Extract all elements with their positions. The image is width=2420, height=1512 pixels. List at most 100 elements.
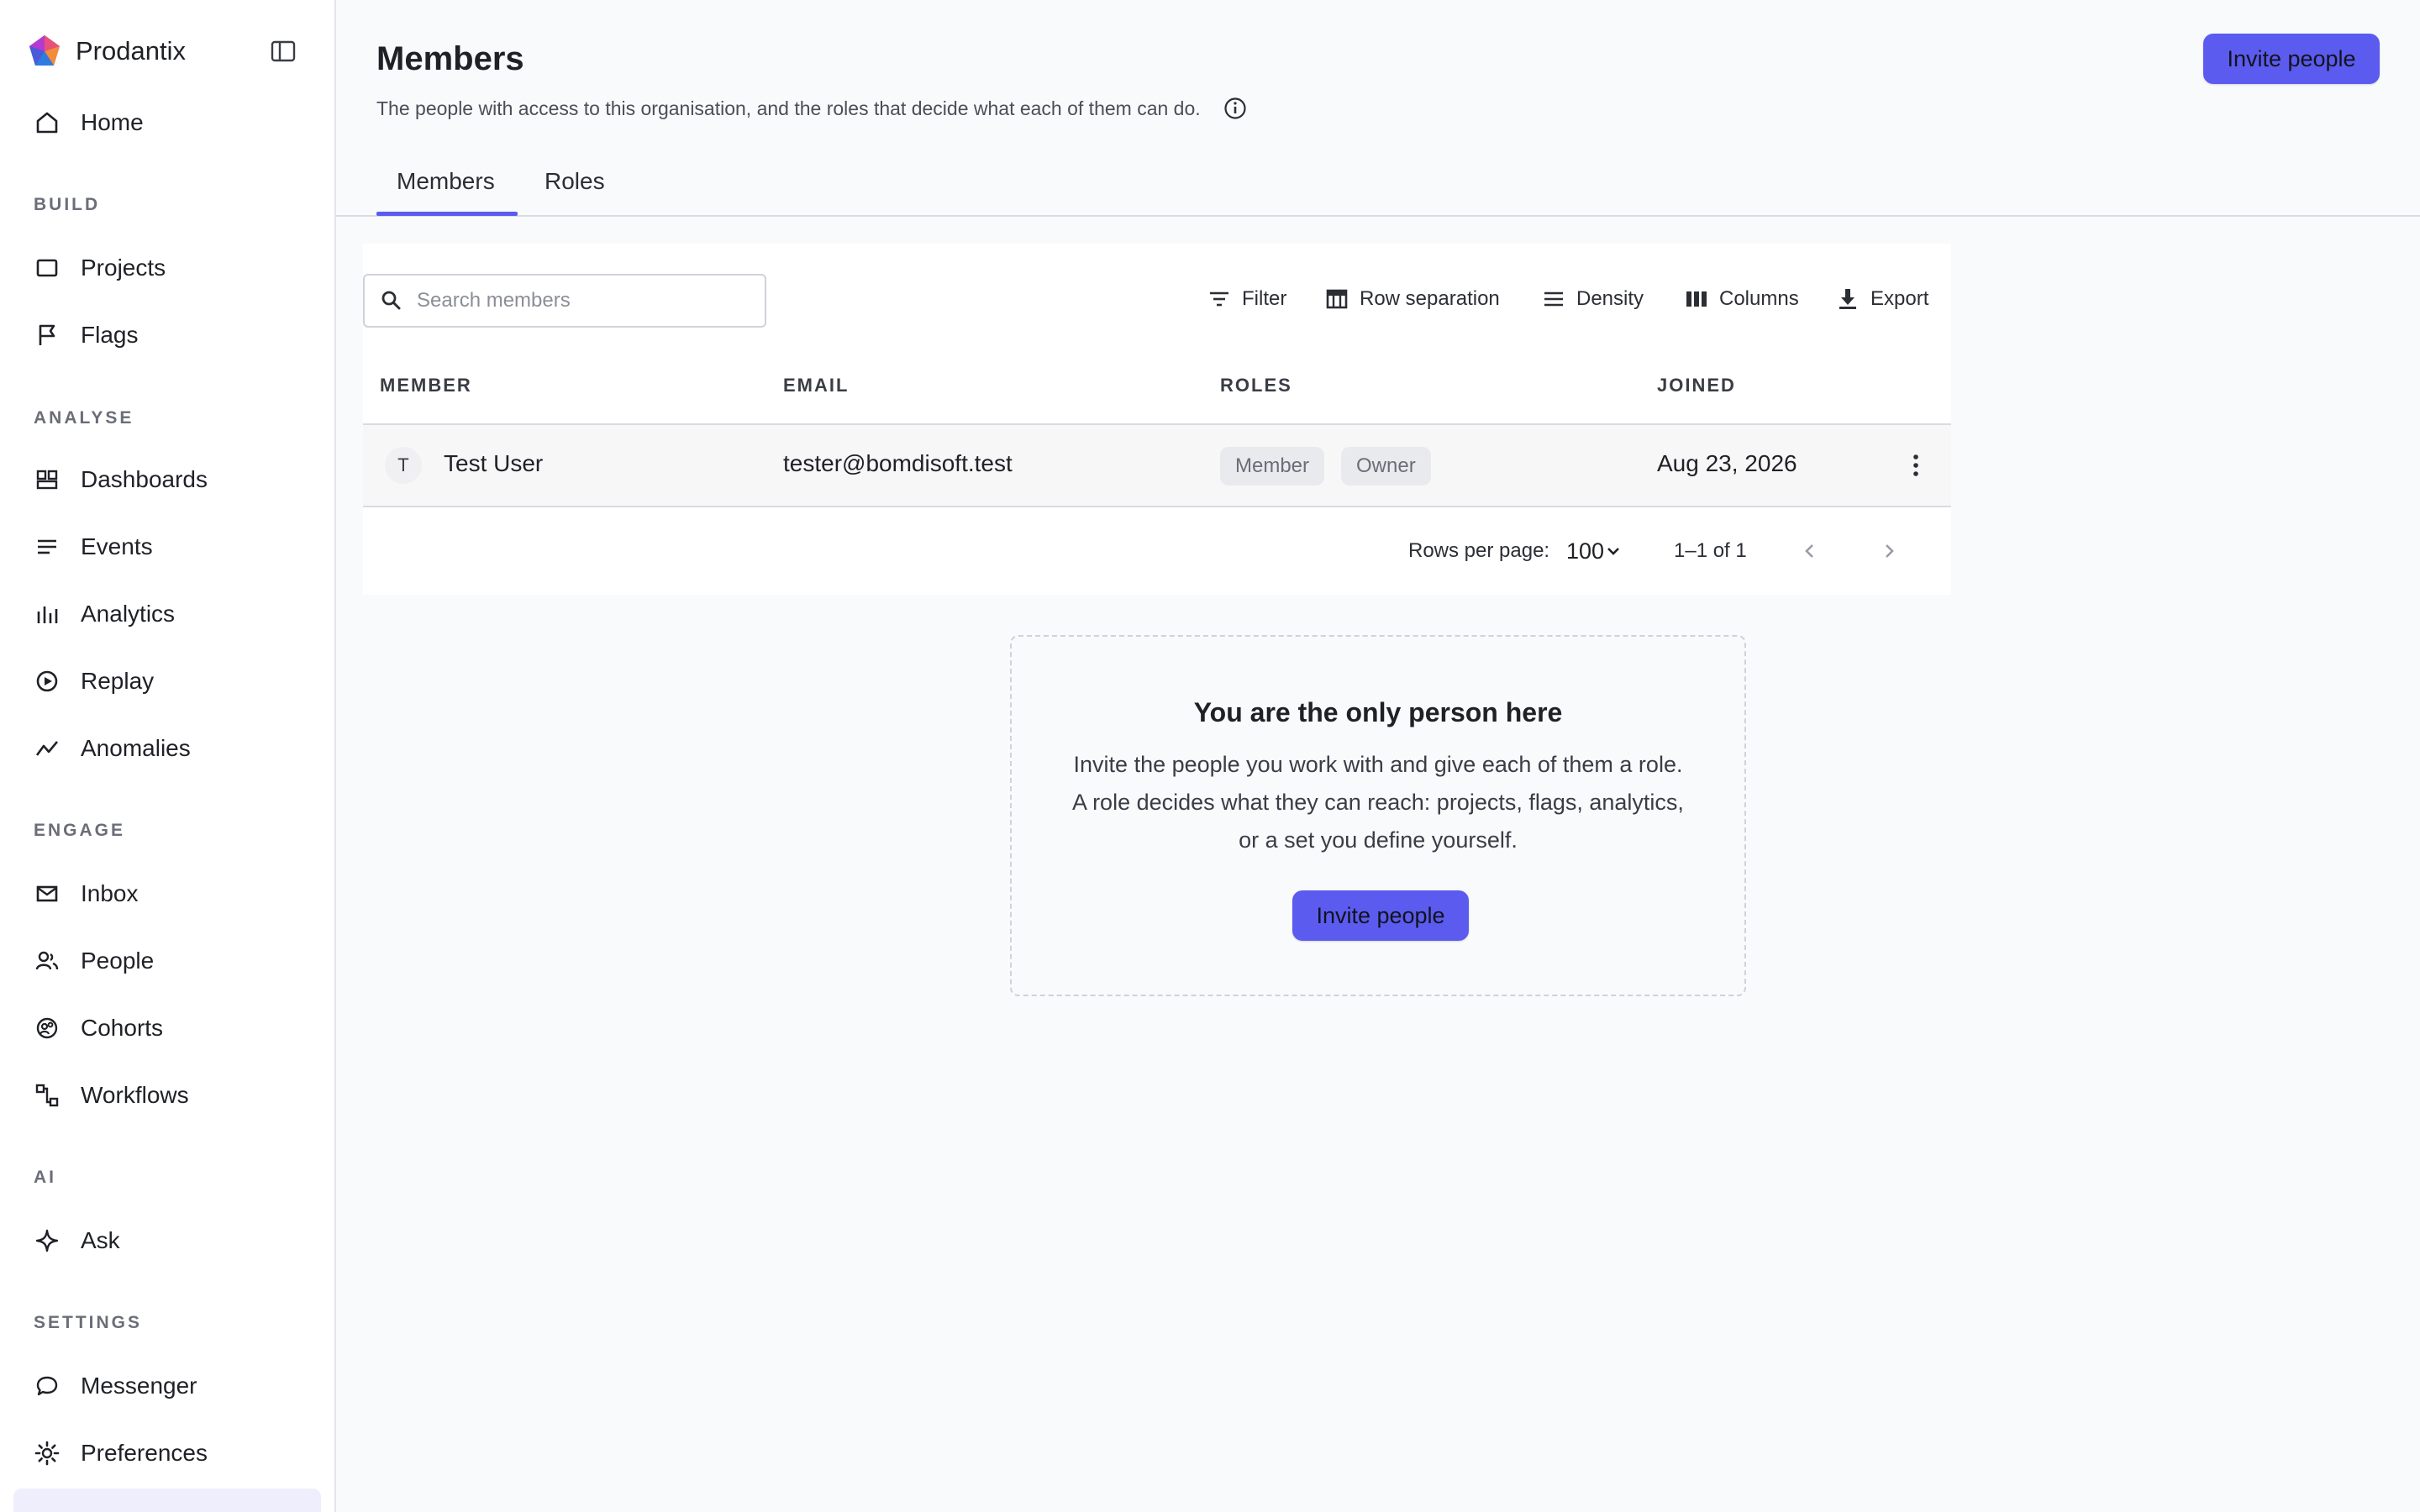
rows-per-page-select[interactable]: 100	[1566, 534, 1623, 568]
previous-page-button[interactable]	[1793, 534, 1827, 568]
sidebar-item-inbox[interactable]: Inbox	[13, 867, 321, 921]
sidebar-item-label: Messenger	[81, 1373, 197, 1399]
tab-bar: Members Roles	[336, 153, 2420, 217]
pagination-range: 1–1 of 1	[1674, 539, 1747, 562]
gear-icon	[32, 1438, 62, 1468]
row-actions-button[interactable]	[1901, 450, 1931, 480]
sidebar-item-ask[interactable]: Ask	[13, 1214, 321, 1268]
tab-roles[interactable]: Roles	[544, 168, 605, 195]
density-button[interactable]: Density	[1541, 282, 1644, 316]
tab-active-indicator	[376, 212, 518, 216]
sidebar-item-label: Inbox	[81, 880, 139, 906]
empty-state-invite-button[interactable]: Invite people	[1292, 890, 1469, 941]
sidebar-item-label: Analytics	[81, 601, 176, 627]
square-icon	[32, 253, 62, 283]
sidebar-item-replay[interactable]: Replay	[13, 654, 321, 708]
role-chip-owner: Owner	[1341, 447, 1431, 486]
empty-state-title: You are the only person here	[1193, 697, 1563, 727]
sidebar-item-workflows[interactable]: Workflows	[13, 1068, 321, 1122]
chevron-left-icon	[1805, 544, 1813, 558]
columns-button[interactable]: Columns	[1684, 282, 1799, 316]
density-label: Density	[1576, 287, 1644, 310]
sidebar-collapse-button[interactable]	[267, 35, 299, 67]
sidebar-item-label: Events	[81, 533, 153, 559]
main-content: Members The people with access to this o…	[336, 0, 2420, 1512]
page-subtitle-text: The people with access to this organisat…	[376, 97, 1201, 119]
section-label-settings: SETTINGS	[34, 1313, 143, 1332]
search-icon	[380, 289, 403, 312]
next-page-button[interactable]	[1872, 534, 1906, 568]
filter-button[interactable]: Filter	[1207, 282, 1286, 316]
row-separation-label: Row separation	[1360, 287, 1500, 310]
sidebar-item-home[interactable]: Home	[13, 96, 321, 150]
sidebar-item-messenger[interactable]: Messenger	[13, 1359, 321, 1413]
empty-state: You are the only person here Invite the …	[1010, 635, 1746, 996]
sidebar-item-anomalies[interactable]: Anomalies	[13, 722, 321, 775]
list-icon	[32, 532, 62, 562]
member-name: Test User	[444, 450, 544, 476]
sidebar-item-cohorts[interactable]: Cohorts	[13, 1001, 321, 1055]
row-divider	[363, 506, 1951, 507]
sidebar-item-events[interactable]: Events	[13, 520, 321, 574]
sidebar-item-label: People	[81, 948, 155, 974]
rows-per-page-label: Rows per page:	[1408, 539, 1550, 562]
search-field[interactable]	[363, 274, 766, 328]
sidebar-item-active[interactable]	[13, 1488, 321, 1512]
sidebar-item-label: Ask	[81, 1227, 120, 1253]
sidebar-item-label: Anomalies	[81, 735, 191, 761]
sidebar-item-label: Dashboards	[81, 466, 208, 492]
table-rows-icon	[1324, 286, 1349, 312]
sidebar-item-label: Flags	[81, 322, 139, 348]
sidebar-item-label: Workflows	[81, 1082, 189, 1108]
column-header-joined[interactable]: JOINED	[1657, 375, 1736, 396]
mail-icon	[32, 879, 62, 909]
avatar: T	[385, 447, 422, 484]
section-label-engage: ENGAGE	[34, 821, 126, 840]
density-icon	[1541, 286, 1566, 312]
page-subtitle: The people with access to this organisat…	[376, 96, 1248, 121]
chevron-right-icon	[1886, 544, 1894, 558]
columns-label: Columns	[1719, 287, 1799, 310]
section-label-build: BUILD	[34, 195, 101, 214]
prodantix-logo-icon	[27, 34, 62, 69]
column-header-member[interactable]: MEMBER	[380, 375, 472, 396]
sidebar-item-dashboards[interactable]: Dashboards	[13, 453, 321, 507]
row-separation-button[interactable]: Row separation	[1324, 282, 1500, 316]
sidebar-item-preferences[interactable]: Preferences	[13, 1426, 321, 1480]
section-label-analyse: ANALYSE	[34, 408, 134, 428]
member-email: tester@bomdisoft.test	[783, 450, 1013, 476]
export-button[interactable]: Export	[1835, 282, 1928, 316]
sidebar-item-label: Home	[81, 109, 144, 135]
sidebar-item-label: Cohorts	[81, 1015, 164, 1041]
sidebar-item-people[interactable]: People	[13, 934, 321, 988]
trend-icon	[32, 733, 62, 764]
cohort-icon	[32, 1013, 62, 1043]
role-chip-member: Member	[1220, 447, 1325, 486]
sparkle-icon	[32, 1226, 62, 1256]
sidebar-item-flags[interactable]: Flags	[13, 308, 321, 362]
members-table-card: Filter Row separation Density Columns Ex…	[363, 244, 1951, 595]
export-label: Export	[1870, 287, 1929, 310]
more-vertical-icon	[1913, 454, 1918, 476]
brand[interactable]: Prodantix	[27, 32, 186, 71]
rows-per-page-value: 100	[1566, 538, 1605, 564]
download-icon	[1835, 286, 1860, 312]
sidebar-item-label: Preferences	[81, 1440, 208, 1466]
flag-icon	[32, 320, 62, 350]
sidebar-item-projects[interactable]: Projects	[13, 241, 321, 295]
sidebar-item-label: Replay	[81, 668, 155, 694]
invite-people-button[interactable]: Invite people	[2203, 34, 2380, 84]
sidebar-item-analytics[interactable]: Analytics	[13, 587, 321, 641]
column-header-roles[interactable]: ROLES	[1220, 375, 1292, 396]
chevron-down-icon	[1607, 548, 1619, 555]
workflow-icon	[32, 1080, 62, 1110]
column-header-email[interactable]: EMAIL	[783, 375, 849, 396]
sidebar-item-label: Projects	[81, 255, 166, 281]
search-input[interactable]	[417, 289, 753, 312]
sidebar-toggle-icon	[271, 40, 296, 62]
page-title: Members	[376, 40, 524, 77]
filter-label: Filter	[1242, 287, 1287, 310]
table-row[interactable]: T Test User tester@bomdisoft.test Member…	[363, 425, 1951, 506]
info-icon[interactable]	[1223, 96, 1248, 121]
tab-members[interactable]: Members	[397, 168, 495, 195]
